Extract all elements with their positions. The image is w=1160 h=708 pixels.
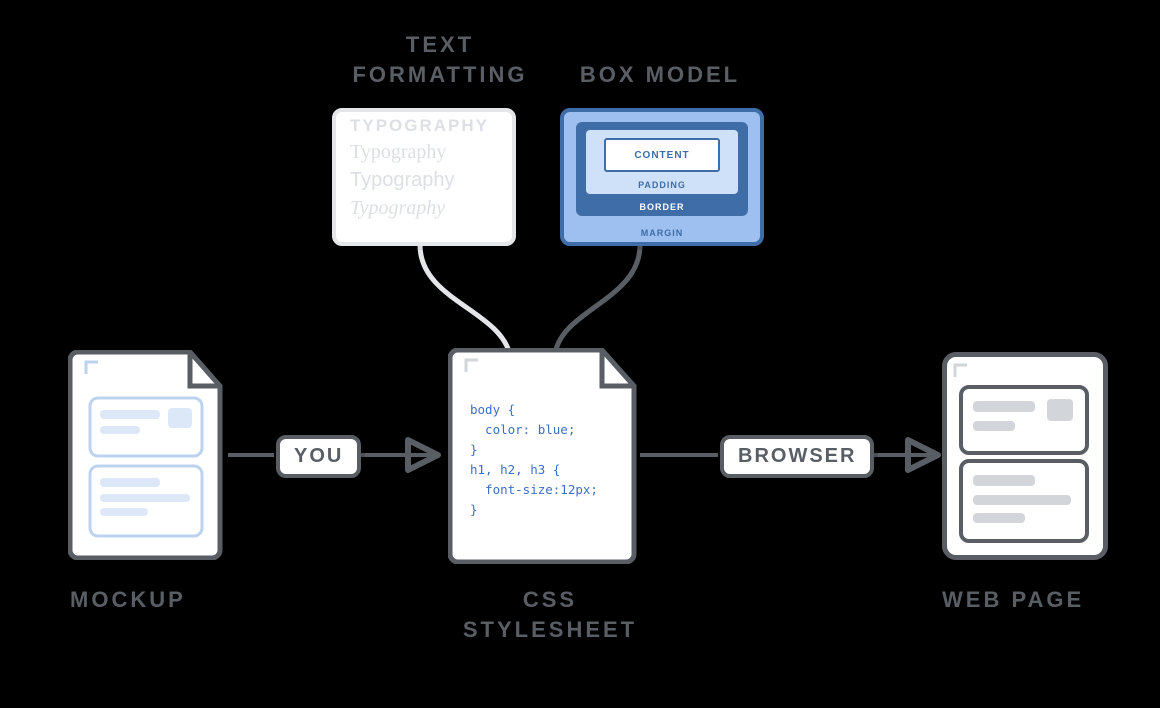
box-model-border: CONTENT PADDING BORDER <box>576 122 748 216</box>
diagram-root: { "headings": { "text_formatting": "TEXT… <box>0 0 1160 708</box>
heading-web-page: WEB PAGE <box>942 585 1122 615</box>
box-model-panel: CONTENT PADDING BORDER MARGIN <box>560 108 764 246</box>
heading-text-formatting: TEXT FORMATTING <box>330 30 550 89</box>
box-model-padding: CONTENT PADDING <box>586 130 738 194</box>
web-card-1 <box>959 385 1089 455</box>
typography-row-1: TYPOGRAPHY <box>350 116 512 136</box>
box-model-padding-label: PADDING <box>586 180 738 190</box>
web-page-panel <box>942 352 1108 560</box>
typography-row-2: Typography <box>350 140 512 164</box>
heading-css-stylesheet: CSS STYLESHEET <box>440 585 660 644</box>
pill-you: YOU <box>276 435 361 478</box>
text-formatting-panel: TYPOGRAPHY Typography Typography Typogra… <box>332 108 516 246</box>
heading-box-model: BOX MODEL <box>560 60 760 90</box>
box-model-border-label: BORDER <box>576 202 748 212</box>
typography-row-4: Typography <box>350 196 512 220</box>
pill-browser: BROWSER <box>720 435 874 478</box>
typography-row-3: Typography <box>350 168 512 192</box>
mockup-file-icon <box>68 350 230 560</box>
css-code-text: body { color: blue; } h1, h2, h3 { font-… <box>470 400 598 520</box>
box-model-content: CONTENT <box>604 138 720 172</box>
box-model-margin-label: MARGIN <box>564 228 760 238</box>
web-card-2 <box>959 459 1089 543</box>
heading-mockup: MOCKUP <box>70 585 270 615</box>
